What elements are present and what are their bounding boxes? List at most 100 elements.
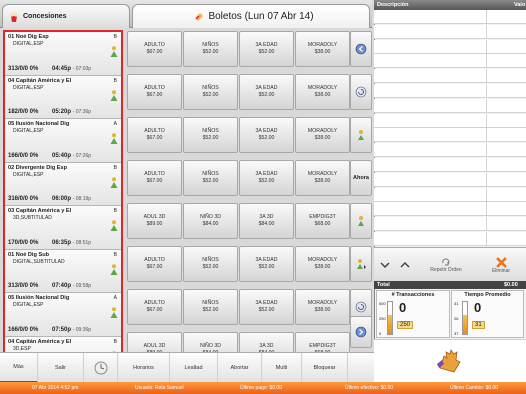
price-amount: $52.00 [258, 49, 275, 55]
seat-count: 182/0/0 0% [8, 109, 39, 115]
order-line[interactable] [374, 143, 526, 158]
tab-concessions[interactable]: Concesiones [2, 4, 130, 28]
side-refresh-button[interactable] [350, 31, 372, 67]
audience-icon [110, 133, 118, 144]
showtime-row[interactable]: 04 Capitán América y El DIGITAL,ESP B 182/0… [5, 75, 121, 119]
nav-item[interactable]: Multi [262, 353, 302, 383]
showtime-row[interactable]: 05 Ilusión Nacional Dig DIGITAL,ESP A 166/0… [5, 293, 121, 337]
person-icon [358, 216, 364, 226]
price-type: MORADOLY [307, 171, 338, 177]
side-reload-button[interactable] [350, 74, 372, 110]
price-button[interactable]: MORADOLY $38.00 [295, 117, 350, 153]
order-line[interactable] [374, 39, 526, 54]
side-person-button[interactable] [350, 117, 372, 153]
price-button[interactable]: NIÑOS $52.00 [183, 117, 238, 153]
order-line[interactable] [374, 232, 526, 246]
avg-time-tick-bottom: 37 [454, 331, 459, 336]
showtime-row[interactable]: 03 Capitán América y El 3D,SUBTITULAD B 170… [5, 206, 121, 250]
start-time: 05:20p [52, 109, 72, 115]
price-button[interactable]: MORADOLY $38.00 [295, 74, 350, 110]
order-line[interactable] [374, 69, 526, 84]
tab-bar: Concesiones Boletos (Lun 07 Abr 14) [0, 0, 372, 28]
showtime-row[interactable]: 05 Ilusión Nacional Dig DIGITAL,ESP A 166/0… [5, 119, 121, 163]
nav-item[interactable] [84, 353, 118, 383]
price-button[interactable]: NIÑOS $52.00 [183, 289, 238, 325]
price-button[interactable]: 3A 3D$84.00 [239, 203, 294, 239]
nav-item[interactable]: Bloquear [302, 353, 348, 383]
price-amount: $52.00 [258, 135, 275, 141]
price-button[interactable]: 3A EDAD $52.00 [239, 289, 294, 325]
order-line[interactable] [374, 187, 526, 202]
audience-icon [110, 46, 118, 57]
order-line[interactable] [374, 158, 526, 172]
price-button[interactable]: NIÑOS $52.00 [183, 160, 238, 196]
price-button[interactable]: NIÑOS $52.00 [183, 74, 238, 110]
seat-count: 170/0/0 0% [8, 239, 39, 246]
price-button[interactable]: MORADOLY $38.00 [295, 289, 350, 325]
showtime-row[interactable]: 02 Divergente Dig Esp DIGITAL,ESP B 316/0/0… [5, 162, 121, 206]
price-button[interactable]: ADULTO $67.00 [127, 31, 182, 67]
price-type: 3A 3D [259, 214, 274, 220]
order-line[interactable] [374, 202, 526, 217]
order-line[interactable] [374, 217, 526, 232]
price-type: NIÑOS [202, 42, 219, 48]
end-time: 08:19p [75, 196, 92, 202]
transactions-gauge [387, 301, 393, 335]
tab-tickets[interactable]: Boletos (Lun 07 Abr 14) [132, 4, 370, 28]
price-button[interactable]: NIÑOS $52.00 [183, 31, 238, 67]
nav-item[interactable]: Lealtad [170, 353, 218, 383]
price-button[interactable]: ADULTO $67.00 [127, 74, 182, 110]
price-amount: $38.00 [314, 92, 331, 98]
nav-item[interactable]: Abortar [218, 353, 262, 383]
price-button[interactable]: MORADOLY $38.00 [295, 160, 350, 196]
price-amount: $52.00 [202, 49, 219, 55]
movie-format: 3D,SUBTITULAD [13, 215, 52, 221]
side-person2-button[interactable] [350, 203, 372, 239]
side-now-label: Ahora [353, 175, 369, 181]
movie-format: 3D,ESP [13, 345, 31, 352]
order-line[interactable] [374, 128, 526, 143]
price-button[interactable]: MORADOLY $38.00 [295, 246, 350, 282]
price-button[interactable]: ADUL 3D$89.00 [127, 203, 182, 239]
price-button[interactable]: NIÑOS $52.00 [183, 246, 238, 282]
order-line[interactable] [374, 113, 526, 128]
order-line[interactable] [374, 54, 526, 69]
order-line[interactable] [374, 172, 526, 187]
side-forward-button[interactable] [350, 316, 372, 348]
price-button[interactable]: ADULTO $67.00 [127, 289, 182, 325]
price-button[interactable]: ADULTO $67.00 [127, 246, 182, 282]
price-button[interactable]: 3A EDAD $52.00 [239, 160, 294, 196]
side-person-next-button[interactable] [350, 246, 372, 282]
order-line[interactable] [374, 24, 526, 39]
price-amount: $84.00 [258, 221, 275, 227]
side-now-button[interactable]: Ahora [350, 160, 372, 196]
audience-icon [110, 220, 118, 231]
order-line[interactable] [374, 10, 526, 24]
order-line[interactable] [374, 84, 526, 98]
nav-item[interactable]: Horarios [118, 353, 170, 383]
price-button[interactable]: ADULTO $67.00 [127, 160, 182, 196]
nav-item[interactable]: Más [0, 353, 38, 383]
price-type: 3A EDAD [255, 42, 278, 48]
scroll-up-button[interactable] [396, 248, 414, 282]
payment-area[interactable] [374, 339, 526, 382]
scroll-down-button[interactable] [376, 248, 394, 282]
showtime-row[interactable]: 01 Noé Dig Esp DIGITAL,ESP B 313/0/0 0% 04:4… [5, 32, 121, 76]
showtime-row[interactable]: 01 Noé Dig Sub DIGITAL,SUBTITULAD B 313/0/0… [5, 249, 121, 293]
price-button[interactable]: NIÑO 3D$84.00 [183, 203, 238, 239]
price-button[interactable]: ADULTO $67.00 [127, 117, 182, 153]
price-button[interactable]: EMPDIG3T$68.00 [295, 203, 350, 239]
avg-time-value: 0 [474, 300, 482, 315]
order-line[interactable] [374, 98, 526, 113]
nav-item[interactable]: Salir [38, 353, 84, 383]
nav-label: Más [13, 364, 24, 370]
delete-button[interactable]: Eliminar [478, 248, 524, 282]
price-button[interactable]: 3A EDAD $52.00 [239, 31, 294, 67]
price-amount: $38.00 [314, 307, 331, 313]
movie-format: DIGITAL,ESP [13, 128, 44, 134]
repeat-order-button[interactable]: Repetir Orden [420, 248, 472, 282]
price-button[interactable]: 3A EDAD $52.00 [239, 74, 294, 110]
price-button[interactable]: MORADOLY $38.00 [295, 31, 350, 67]
price-button[interactable]: 3A EDAD $52.00 [239, 117, 294, 153]
price-button[interactable]: 3A EDAD $52.00 [239, 246, 294, 282]
